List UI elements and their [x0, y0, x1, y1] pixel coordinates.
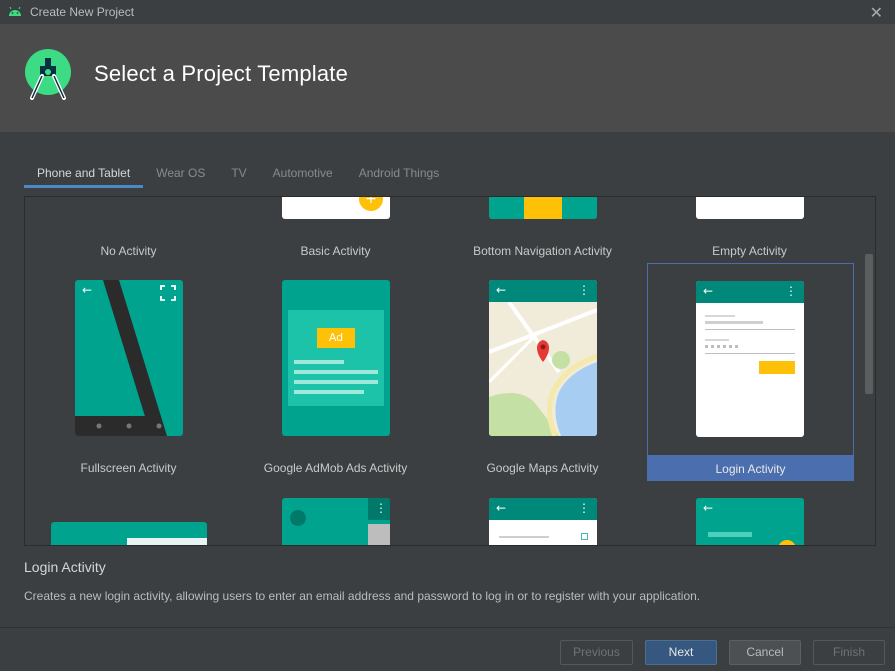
- tab-wear-os[interactable]: Wear OS: [143, 160, 218, 188]
- more-options-icon: ⋮: [785, 284, 797, 298]
- tab-phone-and-tablet[interactable]: Phone and Tablet: [24, 160, 144, 188]
- template-description-text: Creates a new login activity, allowing u…: [24, 589, 701, 603]
- more-options-icon: ⋮: [578, 283, 590, 297]
- finish-button[interactable]: Finish: [813, 640, 885, 665]
- template-basic-activity[interactable]: + Basic Activity: [232, 197, 439, 258]
- template-row3-item-4[interactable]: ←: [646, 481, 853, 545]
- tab-tv[interactable]: TV: [218, 160, 259, 188]
- dialog-header: Select a Project Template: [0, 24, 895, 132]
- back-arrow-icon: ←: [496, 283, 507, 297]
- template-empty-activity[interactable]: Empty Activity: [646, 197, 853, 258]
- template-thumbnail: [696, 197, 804, 219]
- template-label: Basic Activity: [300, 244, 371, 258]
- back-arrow-icon: ←: [496, 501, 507, 515]
- template-thumbnail: [51, 522, 207, 545]
- android-studio-logo-icon: [25, 49, 71, 100]
- ad-badge: Ad: [317, 328, 355, 348]
- template-fullscreen-activity[interactable]: ← Fullscreen Activity: [25, 263, 232, 481]
- template-thumbnail: +: [282, 197, 390, 219]
- window-title: Create New Project: [30, 5, 135, 19]
- template-google-maps-activity[interactable]: ← ⋮ Google Maps Activity: [439, 263, 646, 481]
- template-label: Login Activity: [715, 462, 786, 476]
- previous-button[interactable]: Previous: [560, 640, 633, 665]
- more-options-icon: ⋮: [375, 501, 387, 515]
- back-arrow-icon: ←: [82, 283, 93, 297]
- back-arrow-icon: ←: [703, 501, 714, 515]
- template-thumbnail: ←: [696, 498, 804, 545]
- template-label: No Activity: [100, 244, 157, 258]
- android-icon: [9, 6, 21, 16]
- template-thumbnail: ← ⋮: [489, 280, 597, 436]
- template-label: Fullscreen Activity: [80, 461, 177, 475]
- back-arrow-icon: ←: [703, 284, 714, 298]
- dialog-footer: Previous Next Cancel Finish: [0, 627, 895, 671]
- page-title: Select a Project Template: [94, 61, 349, 86]
- template-thumbnail: ⋮: [282, 498, 390, 545]
- template-thumbnail: [489, 197, 597, 219]
- template-login-activity[interactable]: ← ⋮ Login Activity: [647, 263, 854, 481]
- template-row3-item-2[interactable]: ⋮: [232, 481, 439, 545]
- template-row3-item-3[interactable]: ← ⋮: [439, 481, 646, 545]
- window-titlebar: Create New Project ✕: [0, 0, 895, 24]
- tab-android-things[interactable]: Android Things: [346, 160, 453, 188]
- gallery-scrollbar[interactable]: [865, 254, 873, 394]
- template-label: Google Maps Activity: [486, 461, 599, 475]
- template-thumbnail: ← ⋮: [696, 281, 804, 437]
- template-category-tabs: Phone and Tablet Wear OS TV Automotive A…: [24, 160, 452, 188]
- close-icon[interactable]: ✕: [870, 3, 883, 22]
- template-no-activity[interactable]: No Activity: [25, 197, 232, 258]
- template-thumbnail: ← ⋮: [489, 498, 597, 545]
- template-label: Bottom Navigation Activity: [473, 244, 612, 258]
- template-label: Empty Activity: [712, 244, 787, 258]
- cancel-button[interactable]: Cancel: [729, 640, 801, 665]
- fab-plus-icon: +: [359, 197, 383, 211]
- template-bottom-navigation-activity[interactable]: Bottom Navigation Activity: [439, 197, 646, 258]
- more-options-icon: ⋮: [578, 501, 590, 515]
- template-label: Google AdMob Ads Activity: [263, 461, 408, 475]
- template-admob-ads-activity[interactable]: Ad Google AdMob Ads Activity: [232, 263, 439, 481]
- template-row3-item-1[interactable]: [25, 481, 232, 545]
- template-thumbnail: Ad: [282, 280, 390, 436]
- template-thumbnail: ←: [75, 280, 183, 436]
- next-button[interactable]: Next: [645, 640, 717, 665]
- template-description-title: Login Activity: [24, 559, 106, 575]
- template-gallery: No Activity + Basic Activity Bottom Navi…: [24, 196, 876, 546]
- tab-automotive[interactable]: Automotive: [260, 160, 346, 188]
